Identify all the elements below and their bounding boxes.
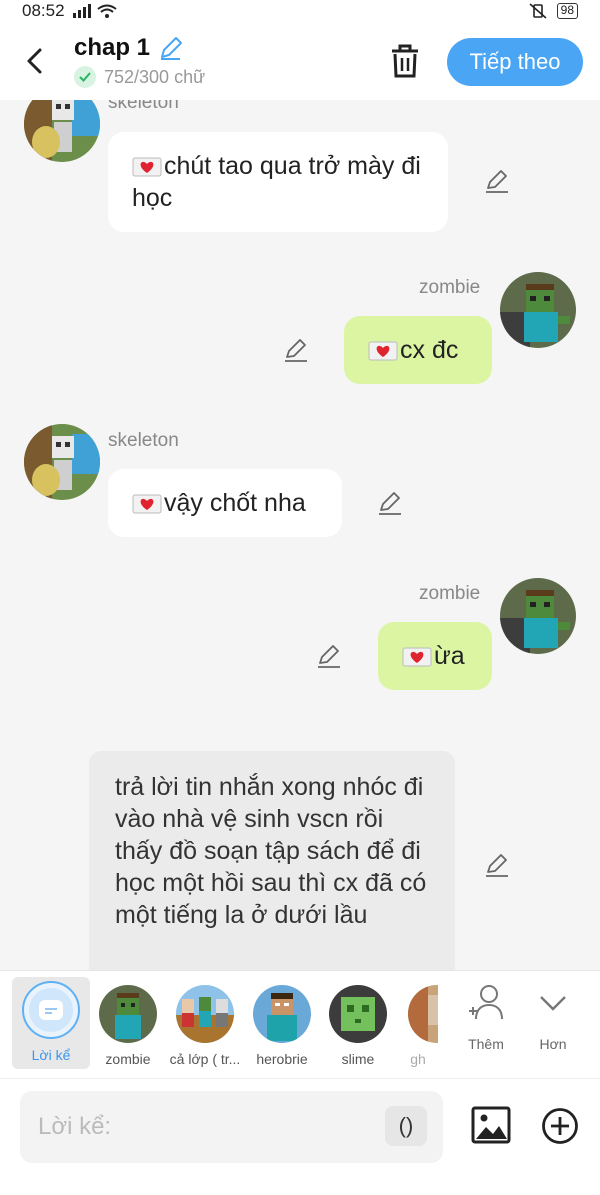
narration-text: trả lời tin nhắn xong nhóc đi vào nhà vệ… bbox=[115, 773, 427, 929]
narration-bubble[interactable]: trả lời tin nhắn xong nhóc đi vào nhà vệ… bbox=[89, 751, 455, 970]
add-user-icon bbox=[469, 985, 503, 1020]
message-text: cx đc bbox=[400, 336, 459, 364]
narration-input[interactable] bbox=[38, 1091, 378, 1163]
word-count: 752/300 chữ bbox=[104, 66, 206, 87]
chevron-down-icon bbox=[540, 996, 566, 1011]
status-bar: 08:52 98 bbox=[0, 0, 600, 22]
message-bubble[interactable]: ừa bbox=[378, 622, 492, 690]
character-label: cả lớp ( tr... bbox=[169, 1051, 241, 1067]
header: chap 1 752/300 chữ Tiếp theo bbox=[0, 22, 600, 100]
wifi-icon bbox=[96, 4, 117, 18]
message-bubble[interactable]: cx đc bbox=[344, 316, 492, 384]
heart-envelope-icon bbox=[368, 341, 398, 361]
input-container: () bbox=[20, 1091, 443, 1163]
add-label: Thêm bbox=[468, 1036, 504, 1052]
character-selector: Lời kể zombie cả lớp ( tr... herobrie sl… bbox=[0, 970, 600, 1078]
character-ghast[interactable]: gh bbox=[398, 979, 438, 1067]
check-icon bbox=[74, 66, 96, 88]
character-label: zombie bbox=[105, 1051, 151, 1067]
character-label: slime bbox=[341, 1051, 375, 1067]
back-icon[interactable] bbox=[20, 44, 50, 78]
message-text: ừa bbox=[434, 642, 465, 670]
zombie-avatar[interactable] bbox=[500, 272, 576, 348]
status-time: 08:52 bbox=[22, 1, 65, 20]
edit-message-icon[interactable] bbox=[484, 852, 510, 878]
narration-icon bbox=[39, 1000, 63, 1020]
message-bubble[interactable]: vậy chốt nha bbox=[108, 469, 342, 537]
add-icon[interactable] bbox=[541, 1107, 579, 1145]
image-icon[interactable] bbox=[471, 1106, 511, 1144]
more-label: Hơn bbox=[539, 1036, 567, 1052]
character-herobrine[interactable]: herobrie bbox=[245, 979, 319, 1067]
sender-name: skeleton bbox=[108, 100, 179, 113]
message-text: vậy chốt nha bbox=[164, 489, 306, 517]
sender-name: skeleton bbox=[108, 430, 179, 451]
heart-envelope-icon bbox=[132, 157, 162, 177]
sender-name: zombie bbox=[419, 583, 481, 604]
input-bar: () bbox=[0, 1078, 600, 1195]
edit-title-icon[interactable] bbox=[158, 35, 184, 61]
character-label: herobrie bbox=[256, 1051, 308, 1067]
character-label: Lời kể bbox=[31, 1047, 71, 1063]
skeleton-avatar[interactable] bbox=[24, 424, 100, 500]
signal-icon bbox=[72, 4, 91, 18]
chat-area: skeleton chút tao qua trở mày đi học zom… bbox=[0, 100, 600, 970]
heart-envelope-icon bbox=[402, 647, 432, 667]
message-text: chút tao qua trở mày đi học bbox=[132, 152, 421, 212]
parentheses-button[interactable]: () bbox=[385, 1106, 427, 1146]
character-class[interactable]: cả lớp ( tr... bbox=[168, 979, 242, 1067]
character-narration[interactable]: Lời kể bbox=[12, 977, 90, 1069]
next-button[interactable]: Tiếp theo bbox=[447, 38, 583, 86]
edit-message-icon[interactable] bbox=[377, 490, 403, 516]
message-bubble[interactable]: chút tao qua trở mày đi học bbox=[108, 132, 448, 232]
character-label: gh bbox=[410, 1051, 426, 1067]
edit-message-icon[interactable] bbox=[283, 337, 309, 363]
add-character-button[interactable]: Thêm bbox=[456, 983, 516, 1052]
zombie-avatar[interactable] bbox=[500, 578, 576, 654]
mute-vibrate-icon bbox=[529, 3, 547, 19]
battery-indicator: 98 bbox=[556, 3, 578, 19]
title-area: chap 1 752/300 chữ bbox=[74, 34, 205, 88]
character-slime[interactable]: slime bbox=[321, 979, 395, 1067]
more-button[interactable]: Hơn bbox=[523, 983, 583, 1052]
character-zombie[interactable]: zombie bbox=[91, 979, 165, 1067]
sender-name: zombie bbox=[419, 277, 481, 298]
trash-icon[interactable] bbox=[388, 42, 422, 80]
edit-message-icon[interactable] bbox=[484, 168, 510, 194]
skeleton-avatar[interactable] bbox=[24, 100, 100, 162]
edit-message-icon[interactable] bbox=[316, 643, 342, 669]
chapter-title[interactable]: chap 1 bbox=[74, 34, 150, 62]
heart-envelope-icon bbox=[132, 494, 162, 514]
